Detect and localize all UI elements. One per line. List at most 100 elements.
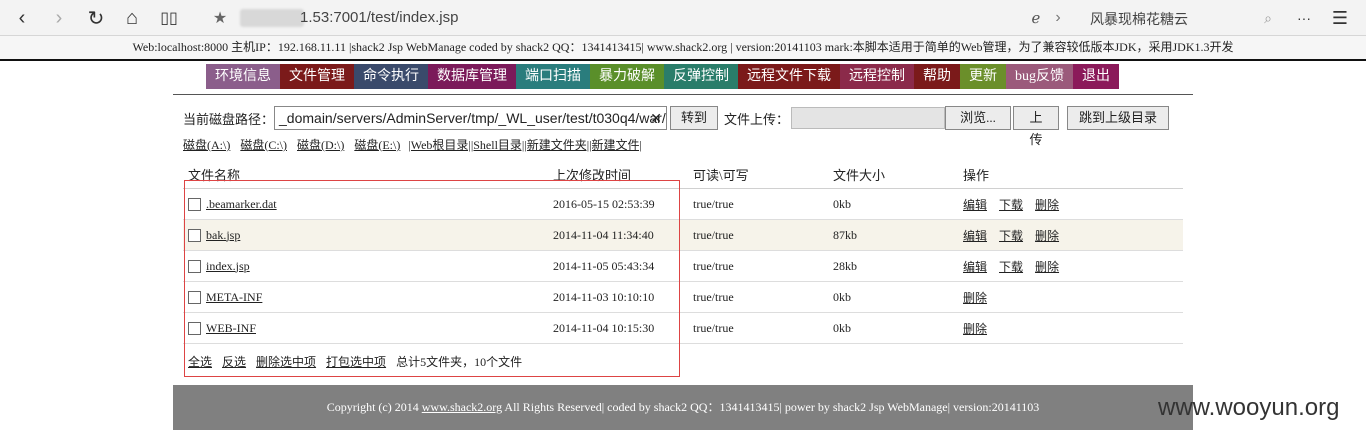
op-link[interactable]: 编辑 bbox=[963, 258, 987, 275]
header-rw: 可读\可写 bbox=[693, 167, 749, 183]
pack-selected-link[interactable]: 打包选中项 bbox=[326, 353, 386, 370]
file-name-link[interactable]: META-INF bbox=[206, 290, 262, 305]
menu-item[interactable]: 端口扫描 bbox=[516, 64, 590, 89]
op-link[interactable]: 编辑 bbox=[963, 196, 987, 213]
more-icon[interactable]: ··· bbox=[1292, 6, 1316, 30]
refresh-icon[interactable]: ↻ bbox=[84, 6, 108, 30]
menu-item[interactable]: 文件管理 bbox=[280, 64, 354, 89]
name-cell: bak.jsp bbox=[183, 228, 553, 243]
row-checkbox[interactable] bbox=[188, 228, 201, 242]
shell-dir-link[interactable]: |Shell目录| bbox=[471, 136, 524, 153]
rw-cell: true/true bbox=[693, 258, 734, 273]
clear-icon[interactable]: ✕ bbox=[650, 107, 662, 129]
upload-button[interactable]: 上传 bbox=[1013, 106, 1060, 147]
address-bar[interactable]: 1.53:7001/test/index.jsp bbox=[300, 9, 458, 26]
op-link[interactable]: 下载 bbox=[999, 196, 1023, 213]
rw-cell: true/true bbox=[693, 227, 734, 242]
op-link[interactable]: 删除 bbox=[1035, 227, 1059, 244]
row-checkbox[interactable] bbox=[188, 197, 201, 211]
path-input[interactable]: _domain/servers/AdminServer/tmp/_WL_user… bbox=[274, 106, 668, 130]
size-cell: 28kb bbox=[833, 258, 857, 273]
op-link[interactable]: 删除 bbox=[1035, 258, 1059, 275]
table-row: WEB-INF 2014-11-04 10:15:30 true/true 0kb 删除 bbox=[183, 313, 1183, 344]
size-cell: 0kb bbox=[833, 196, 851, 211]
ie-icon[interactable]: ℯ bbox=[1024, 6, 1048, 30]
back-icon[interactable]: ‹ bbox=[10, 6, 34, 30]
upload-label: 文件上传： bbox=[724, 111, 790, 127]
ops-cell: 删除 bbox=[963, 289, 1183, 306]
search-icon[interactable]: ⌕ bbox=[1256, 6, 1280, 30]
table-row: index.jsp 2014-11-05 05:43:34 true/true 28k… bbox=[183, 251, 1183, 282]
select-all-link[interactable]: 全选 bbox=[188, 353, 212, 370]
table-row: META-INF 2014-11-03 10:10:10 true/true 0kb 删… bbox=[183, 282, 1183, 313]
menu-item[interactable]: 数据库管理 bbox=[428, 64, 516, 89]
url-redaction bbox=[240, 9, 304, 27]
menu-item[interactable]: 暴力破解 bbox=[590, 64, 664, 89]
header-ops: 操作 bbox=[963, 167, 990, 183]
ops-cell: 编辑 下载 删除 bbox=[963, 258, 1183, 275]
goto-button[interactable]: 转到 bbox=[670, 106, 719, 130]
menu-item[interactable]: 更新 bbox=[960, 64, 1006, 89]
drive-a-link[interactable]: 磁盘(A:\) bbox=[183, 136, 230, 153]
menu-item[interactable]: bug反馈 bbox=[1006, 64, 1073, 89]
row-checkbox[interactable] bbox=[188, 321, 201, 335]
table-row: bak.jsp 2014-11-04 11:34:40 true/true 87kb 编… bbox=[183, 220, 1183, 251]
table-footer: 全选 反选 删除选中项 打包选中项 总计5文件夹，10个文件 bbox=[183, 344, 1183, 378]
footer-suffix: All Rights Reserved| coded by shack2 QQ：… bbox=[502, 400, 1040, 414]
web-root-link[interactable]: |Web根目录| bbox=[408, 136, 471, 153]
ops-cell: 编辑 下载 删除 bbox=[963, 196, 1183, 213]
table-header: 文件名称 上次修改时间 可读\可写 文件大小 操作 bbox=[183, 160, 1183, 189]
footer-site-link[interactable]: www.shack2.org bbox=[422, 400, 502, 414]
row-checkbox[interactable] bbox=[188, 259, 201, 273]
op-link[interactable]: 删除 bbox=[963, 320, 987, 337]
divider bbox=[173, 94, 1193, 95]
browse-button[interactable]: 浏览... bbox=[945, 106, 1012, 130]
home-icon[interactable]: ⌂ bbox=[120, 6, 144, 30]
upload-file-field[interactable] bbox=[791, 107, 946, 129]
file-name-link[interactable]: index.jsp bbox=[206, 259, 250, 274]
chevron-right-icon[interactable]: › bbox=[1046, 6, 1070, 30]
op-link[interactable]: 删除 bbox=[963, 289, 987, 306]
path-label: 当前磁盘路径： bbox=[183, 111, 275, 127]
time-cell: 2014-11-03 10:10:10 bbox=[553, 289, 655, 304]
menu-item[interactable]: 帮助 bbox=[914, 64, 960, 89]
op-link[interactable]: 下载 bbox=[999, 227, 1023, 244]
op-link[interactable]: 编辑 bbox=[963, 227, 987, 244]
drive-c-link[interactable]: 磁盘(C:\) bbox=[240, 136, 287, 153]
rw-cell: true/true bbox=[693, 289, 734, 304]
path-value: _domain/servers/AdminServer/tmp/_WL_user… bbox=[279, 110, 666, 126]
rw-cell: true/true bbox=[693, 196, 734, 211]
menu-icon[interactable]: ☰ bbox=[1328, 6, 1352, 30]
size-cell: 87kb bbox=[833, 227, 857, 242]
menu-item[interactable]: 环境信息 bbox=[206, 64, 280, 89]
file-name-link[interactable]: WEB-INF bbox=[206, 321, 256, 336]
menu-item[interactable]: 远程文件下载 bbox=[738, 64, 840, 89]
file-name-link[interactable]: bak.jsp bbox=[206, 228, 240, 243]
menu-item[interactable]: 反弹控制 bbox=[664, 64, 738, 89]
delete-selected-link[interactable]: 删除选中项 bbox=[256, 353, 316, 370]
invert-select-link[interactable]: 反选 bbox=[222, 353, 246, 370]
op-link[interactable]: 删除 bbox=[1035, 196, 1059, 213]
header-time: 上次修改时间 bbox=[553, 167, 632, 183]
file-name-link[interactable]: .beamarker.dat bbox=[206, 197, 277, 212]
new-file-link[interactable]: |新建文件| bbox=[589, 136, 642, 153]
menu-item[interactable]: 命令执行 bbox=[354, 64, 428, 89]
row-checkbox[interactable] bbox=[188, 290, 201, 304]
file-summary: 总计5文件夹，10个文件 bbox=[396, 354, 523, 369]
forward-icon[interactable]: › bbox=[47, 6, 71, 30]
ops-cell: 编辑 下载 删除 bbox=[963, 227, 1183, 244]
drive-e-link[interactable]: 磁盘(E:\) bbox=[354, 136, 400, 153]
size-cell: 0kb bbox=[833, 289, 851, 304]
name-cell: .beamarker.dat bbox=[183, 197, 553, 212]
new-folder-link[interactable]: |新建文件夹| bbox=[524, 136, 589, 153]
size-cell: 0kb bbox=[833, 320, 851, 335]
server-info-bar: Web:localhost:8000 主机IP：192.168.11.11 |s… bbox=[0, 36, 1366, 61]
parent-dir-button[interactable]: 跳到上级目录 bbox=[1067, 106, 1170, 130]
op-link[interactable]: 下载 bbox=[999, 258, 1023, 275]
reading-view-icon[interactable]: ▯▯ bbox=[157, 6, 181, 30]
star-icon[interactable]: ★ bbox=[208, 6, 232, 30]
menu-item[interactable]: 远程控制 bbox=[840, 64, 914, 89]
menu-item[interactable]: 退出 bbox=[1073, 64, 1119, 89]
ops-cell: 删除 bbox=[963, 320, 1183, 337]
drive-d-link[interactable]: 磁盘(D:\) bbox=[297, 136, 344, 153]
